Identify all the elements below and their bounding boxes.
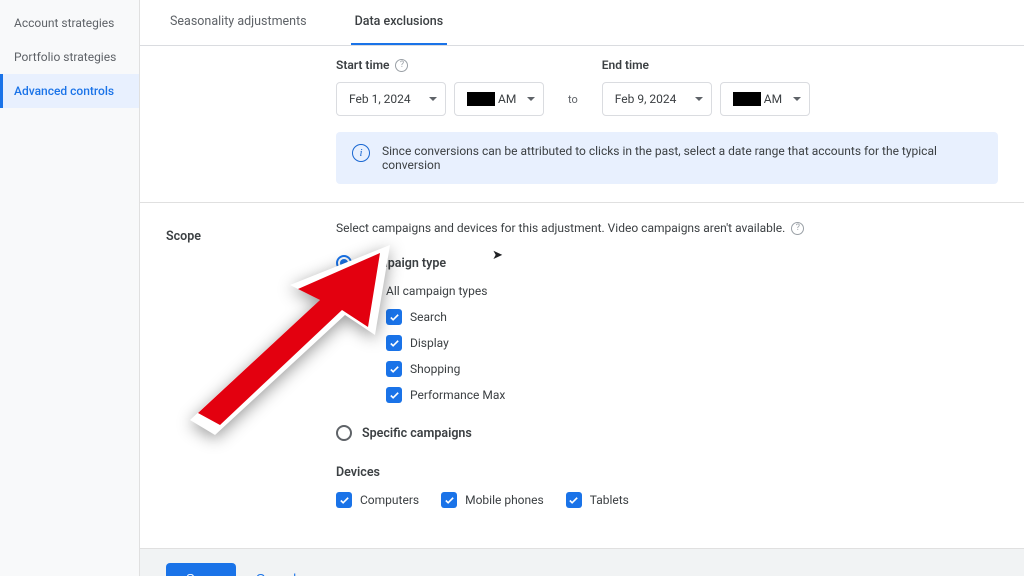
footer-bar: Save Cancel	[140, 549, 1024, 576]
type-label: Shopping	[410, 362, 460, 376]
type-label: Performance Max	[410, 388, 505, 402]
type-pmax-checkbox[interactable]	[386, 387, 402, 403]
info-banner: i Since conversions can be attributed to…	[336, 132, 998, 184]
dates-card: Start time ? Feb 1, 2024 AM	[140, 46, 1024, 203]
chevron-down-icon	[527, 97, 535, 101]
left-rail: Account strategies Portfolio strategies …	[0, 0, 140, 576]
device-computers-checkbox[interactable]	[336, 492, 352, 508]
sidebar-item-advanced-controls[interactable]: Advanced controls	[0, 74, 139, 108]
start-time-label: Start time ?	[336, 58, 544, 72]
sidebar-item-portfolio-strategies[interactable]: Portfolio strategies	[0, 40, 139, 74]
help-icon[interactable]: ?	[395, 59, 408, 72]
scope-heading: Scope	[166, 229, 201, 244]
all-types-label: All campaign types	[386, 284, 487, 298]
type-display-checkbox[interactable]	[386, 335, 402, 351]
campaign-type-label: Campaign type	[362, 256, 446, 271]
save-button[interactable]: Save	[166, 563, 236, 576]
start-time-picker[interactable]: AM	[454, 82, 544, 116]
device-label: Mobile phones	[465, 493, 544, 507]
chevron-down-icon	[695, 97, 703, 101]
end-date-picker[interactable]: Feb 9, 2024	[602, 82, 712, 116]
type-search-checkbox[interactable]	[386, 309, 402, 325]
end-time-label: End time	[602, 58, 810, 72]
tabs: Seasonality adjustments Data exclusions	[140, 0, 1024, 46]
specific-campaigns-radio[interactable]	[336, 425, 352, 441]
end-time-picker[interactable]: AM	[720, 82, 810, 116]
device-mobile-checkbox[interactable]	[441, 492, 457, 508]
devices-title: Devices	[336, 465, 998, 480]
info-icon: i	[352, 144, 370, 162]
device-label: Computers	[360, 493, 419, 507]
tab-seasonality[interactable]: Seasonality adjustments	[166, 0, 311, 45]
scope-description: Select campaigns and devices for this ad…	[336, 221, 998, 235]
sidebar-item-account-strategies[interactable]: Account strategies	[0, 6, 139, 40]
all-types-checkbox[interactable]	[362, 283, 378, 299]
chevron-down-icon	[429, 97, 437, 101]
type-label: Display	[410, 336, 449, 350]
tab-data-exclusions[interactable]: Data exclusions	[351, 0, 448, 45]
cancel-button[interactable]: Cancel	[256, 571, 296, 576]
specific-campaigns-label: Specific campaigns	[362, 426, 472, 441]
chevron-down-icon	[793, 97, 801, 101]
type-label: Search	[410, 310, 447, 324]
device-label: Tablets	[590, 493, 629, 507]
device-tablets-checkbox[interactable]	[566, 492, 582, 508]
type-shopping-checkbox[interactable]	[386, 361, 402, 377]
to-label: to	[568, 93, 578, 116]
scope-card: Scope Select campaigns and devices for t…	[140, 203, 1024, 549]
start-date-picker[interactable]: Feb 1, 2024	[336, 82, 446, 116]
help-icon[interactable]: ?	[791, 222, 804, 235]
campaign-type-radio[interactable]	[336, 255, 352, 271]
